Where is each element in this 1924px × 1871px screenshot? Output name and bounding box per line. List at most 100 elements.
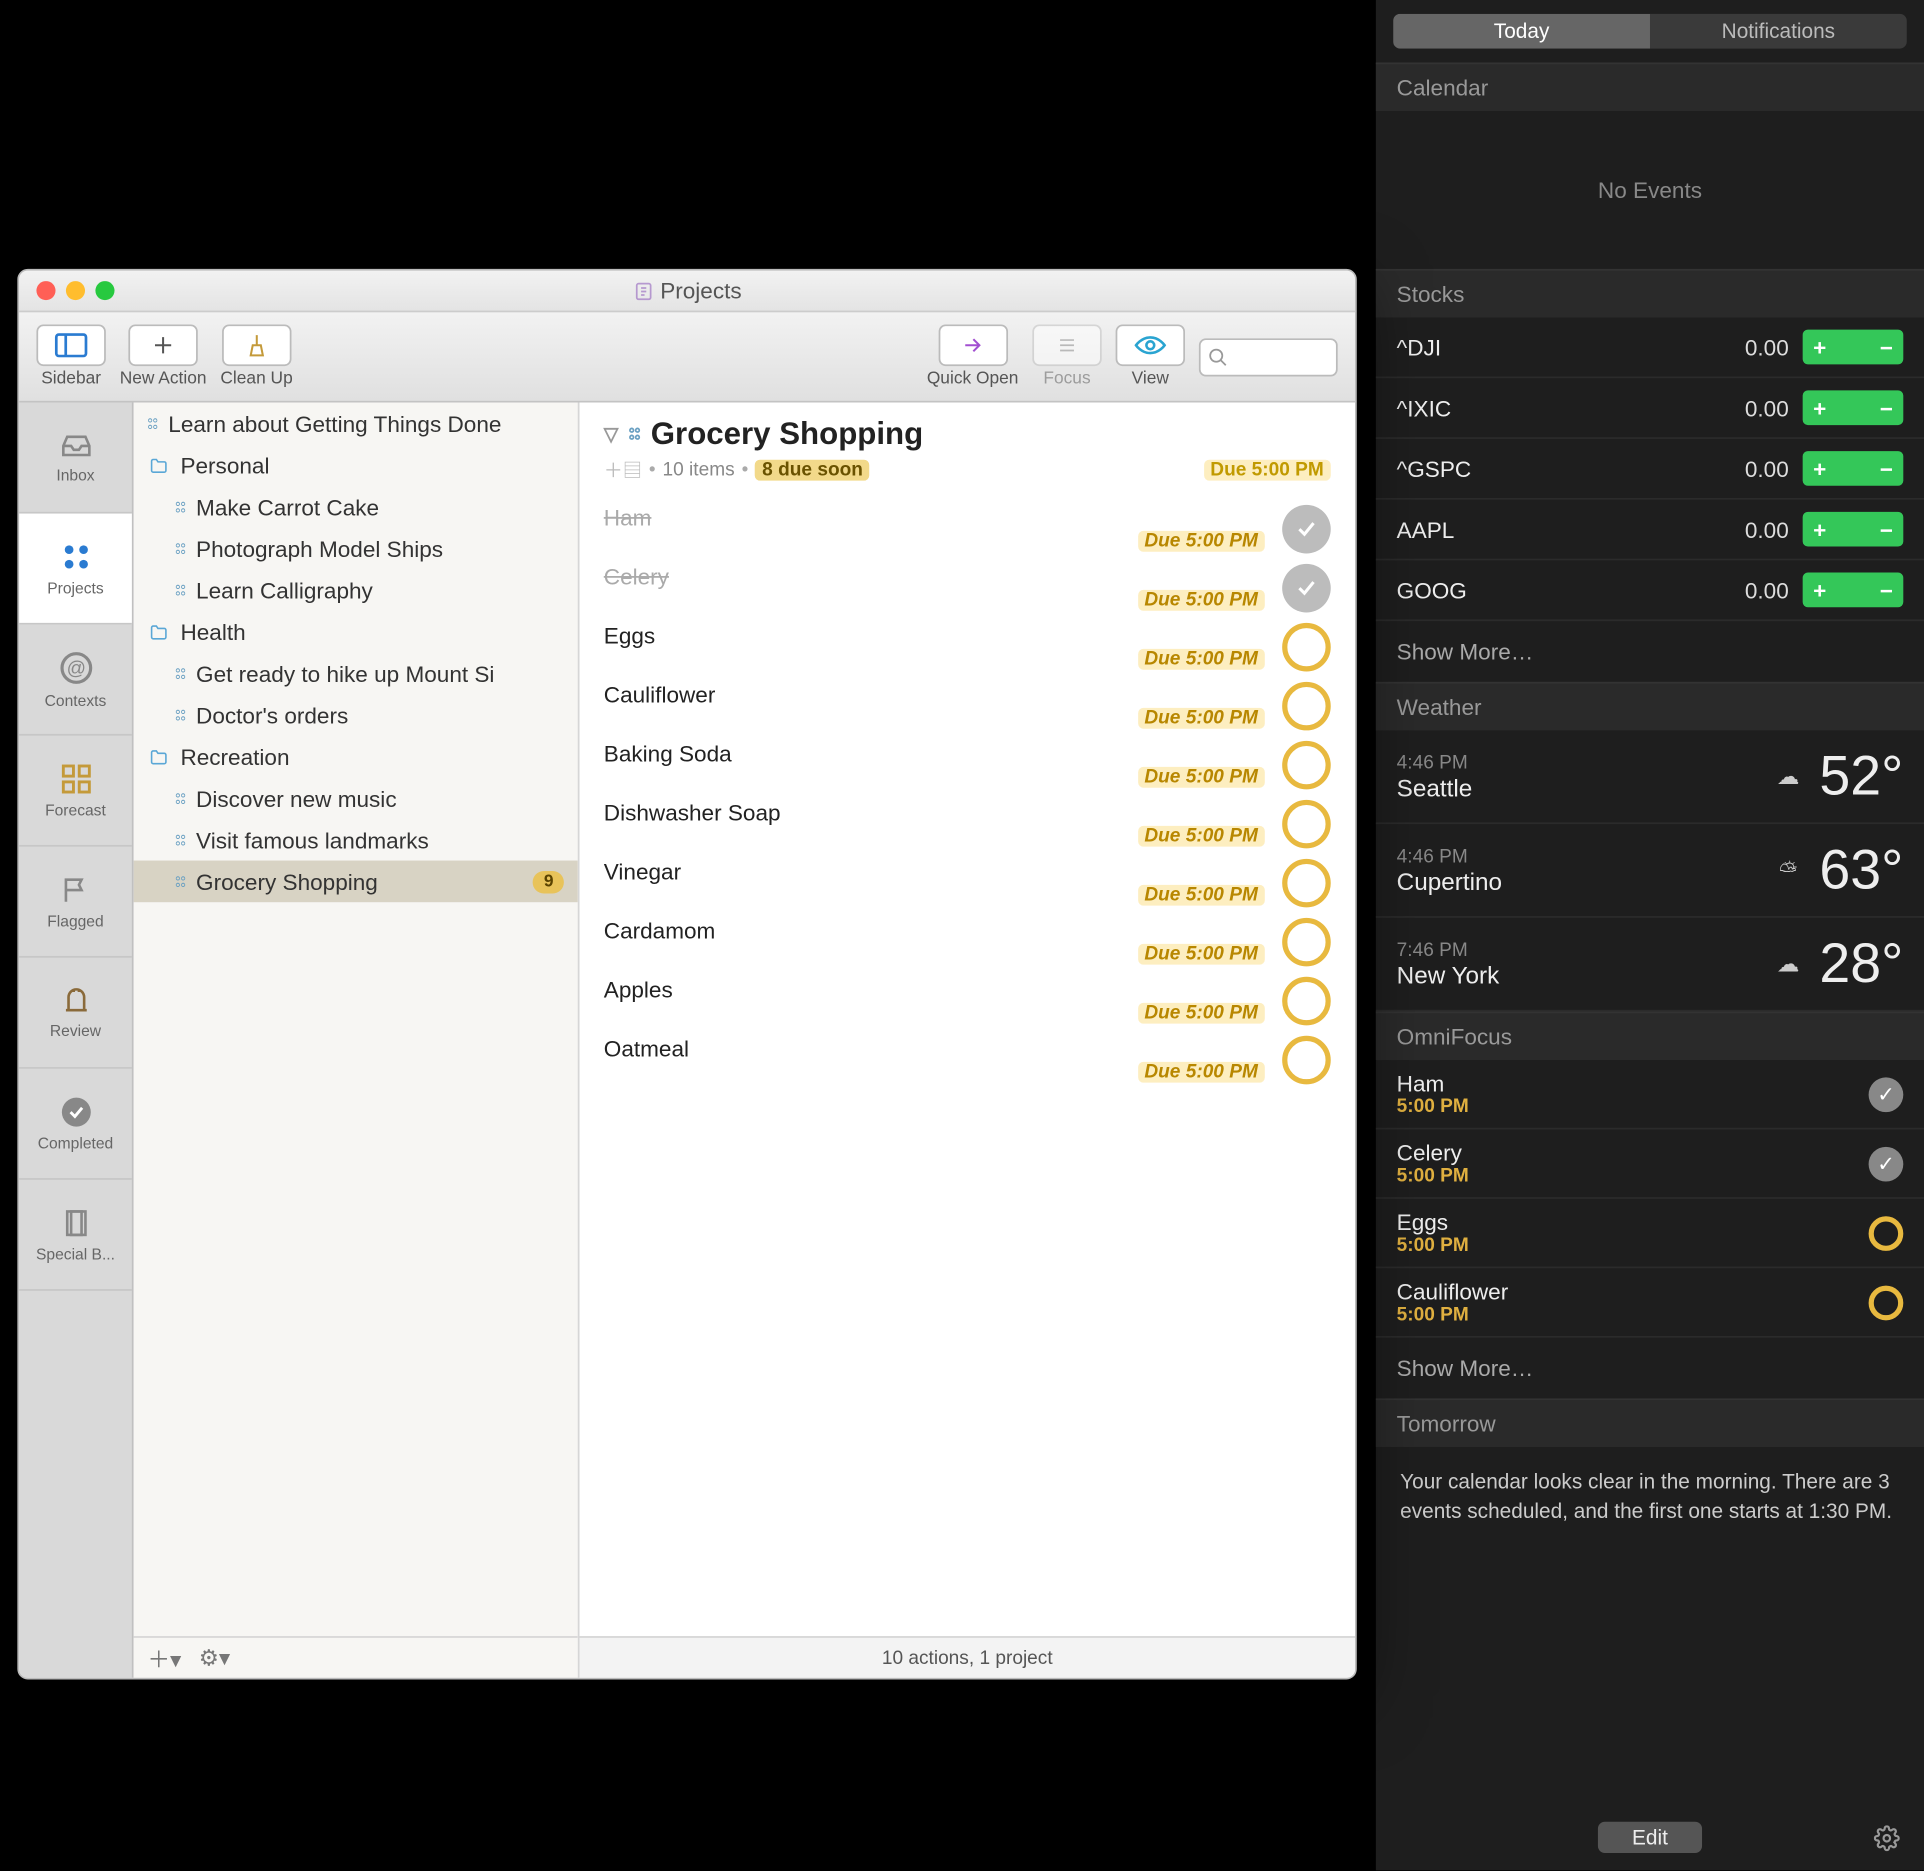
view-button[interactable]: View <box>1116 324 1185 388</box>
status-circle-icon[interactable] <box>1282 741 1331 790</box>
status-circle-icon[interactable] <box>1282 682 1331 731</box>
of-item-title: Ham <box>1397 1070 1869 1096</box>
folder-personal[interactable]: Personal <box>134 444 578 486</box>
folder-health[interactable]: Health <box>134 611 578 653</box>
status-circle-icon[interactable] <box>1282 918 1331 967</box>
task-row[interactable]: VinegarDue 5:00 PM <box>579 852 1355 911</box>
task-row[interactable]: CeleryDue 5:00 PM <box>579 557 1355 616</box>
task-row[interactable]: Dishwasher SoapDue 5:00 PM <box>579 793 1355 852</box>
quick-open-button[interactable]: Quick Open <box>927 324 1019 388</box>
task-row[interactable]: OatmealDue 5:00 PM <box>579 1029 1355 1088</box>
stock-row[interactable]: ^GSPC0.00+− <box>1376 439 1924 500</box>
omnifocus-show-more[interactable]: Show More… <box>1376 1338 1924 1399</box>
checkmark-icon[interactable] <box>1282 505 1331 554</box>
checkmark-icon[interactable]: ✓ <box>1869 1146 1904 1181</box>
stock-value: 0.00 <box>1702 395 1789 421</box>
task-name: Dishwasher Soap <box>604 800 1265 826</box>
checkmark-icon[interactable] <box>1282 564 1331 613</box>
perspective-tab-contexts[interactable]: @Contexts <box>19 625 132 736</box>
row-label: Learn Calligraphy <box>196 577 373 603</box>
project-discover-new-music[interactable]: ⦂⦂Discover new music <box>134 777 578 819</box>
perspective-tab-forecast[interactable]: Forecast <box>19 736 132 847</box>
perspective-tab-flagged[interactable]: Flagged <box>19 847 132 958</box>
project-make-carrot-cake[interactable]: ⦂⦂Make Carrot Cake <box>134 486 578 528</box>
project-icon: ⦂⦂ <box>175 579 185 600</box>
task-name: Celery <box>604 564 1265 590</box>
weather-temp: 52° <box>1819 744 1903 808</box>
weather-city: New York <box>1397 960 1768 988</box>
status-circle-icon[interactable] <box>1282 1036 1331 1085</box>
project-due-label: Due 5:00 PM <box>1203 460 1330 481</box>
checkmark-icon[interactable]: ✓ <box>1869 1077 1904 1112</box>
project-learn-calligraphy[interactable]: ⦂⦂ Learn Calligraphy <box>134 569 578 611</box>
flagged-icon <box>60 873 91 908</box>
status-circle-icon[interactable] <box>1282 623 1331 672</box>
nc-edit-button[interactable]: Edit <box>1597 1822 1702 1853</box>
nc-tab-notifications[interactable]: Notifications <box>1650 14 1907 49</box>
project-icon: ⦂⦂ <box>175 663 185 684</box>
perspective-tab-completed[interactable]: Completed <box>19 1069 132 1180</box>
nc-tab-today[interactable]: Today <box>1393 14 1650 49</box>
status-circle-icon[interactable] <box>1282 977 1331 1026</box>
omnifocus-row[interactable]: Celery5:00 PM✓ <box>1376 1129 1924 1198</box>
add-icon[interactable]: ＋▾ <box>147 1641 181 1674</box>
status-circle-icon[interactable] <box>1282 800 1331 849</box>
project-get-ready-to-hike-up-mount-si[interactable]: ⦂⦂Get ready to hike up Mount Si <box>134 652 578 694</box>
project-item-count: 10 items <box>663 460 735 481</box>
stocks-show-more[interactable]: Show More… <box>1376 621 1924 682</box>
of-item-title: Cauliflower <box>1397 1279 1869 1305</box>
stock-symbol: ^DJI <box>1397 334 1702 360</box>
status-circle-icon[interactable] <box>1282 859 1331 908</box>
project-visit-famous-landmarks[interactable]: ⦂⦂Visit famous landmarks <box>134 819 578 861</box>
project-grocery-shopping[interactable]: ⦂⦂Grocery Shopping9 <box>134 861 578 903</box>
count-badge: 9 <box>533 870 563 893</box>
omnifocus-list: Ham5:00 PM✓Celery5:00 PM✓Eggs5:00 PMCaul… <box>1376 1060 1924 1338</box>
gear-icon[interactable] <box>1874 1824 1900 1850</box>
omnifocus-row[interactable]: Ham5:00 PM✓ <box>1376 1060 1924 1129</box>
status-circle-icon[interactable] <box>1869 1285 1904 1320</box>
task-name: Baking Soda <box>604 741 1265 767</box>
gear-icon[interactable]: ⚙▾ <box>199 1644 231 1672</box>
tab-label: Inbox <box>56 467 94 484</box>
perspective-tab-projects[interactable]: Projects <box>19 514 132 625</box>
nc-section-tomorrow: Tomorrow <box>1376 1398 1924 1447</box>
task-row[interactable]: ApplesDue 5:00 PM <box>579 970 1355 1029</box>
stock-value: 0.00 <box>1702 334 1789 360</box>
stock-row[interactable]: ^DJI0.00+− <box>1376 318 1924 379</box>
omnifocus-row[interactable]: Cauliflower5:00 PM <box>1376 1268 1924 1337</box>
perspective-tab-special-b-[interactable]: Special B... <box>19 1180 132 1291</box>
task-row[interactable]: HamDue 5:00 PM <box>579 498 1355 557</box>
weather-row[interactable]: 4:46 PMSeattle☁︎52° <box>1376 730 1924 824</box>
clean-up-button[interactable]: Clean Up <box>220 324 292 388</box>
task-row[interactable]: Baking SodaDue 5:00 PM <box>579 734 1355 793</box>
task-due-label: Due 5:00 PM <box>1137 944 1264 965</box>
folder-recreation[interactable]: Recreation <box>134 736 578 778</box>
task-due-label: Due 5:00 PM <box>1137 1062 1264 1083</box>
nc-section-omnifocus: OmniFocus <box>1376 1012 1924 1061</box>
task-row[interactable]: CardamomDue 5:00 PM <box>579 911 1355 970</box>
stock-row[interactable]: GOOG0.00+− <box>1376 560 1924 621</box>
search-field[interactable] <box>1199 337 1338 375</box>
task-row[interactable]: CauliflowerDue 5:00 PM <box>579 675 1355 734</box>
new-action-button[interactable]: New Action <box>120 324 207 388</box>
omnifocus-row[interactable]: Eggs5:00 PM <box>1376 1199 1924 1268</box>
project-learn-about-getting-things-done[interactable]: ⦂⦂Learn about Getting Things Done <box>134 403 578 445</box>
weather-row[interactable]: 7:46 PMNew York☁︎28° <box>1376 918 1924 1012</box>
stock-row[interactable]: AAPL0.00+− <box>1376 500 1924 561</box>
project-detail: ▽ ⦂⦂ Grocery Shopping ＋▤ • 10 items • 8 … <box>579 403 1355 1678</box>
add-note-icon[interactable]: ＋▤ <box>604 456 642 484</box>
perspective-tab-inbox[interactable]: Inbox <box>19 403 132 514</box>
weather-row[interactable]: 4:46 PMCupertino⛅︎63° <box>1376 824 1924 918</box>
sidebar-toggle-button[interactable]: Sidebar <box>36 324 105 388</box>
perspective-tab-review[interactable]: Review <box>19 958 132 1069</box>
stock-row[interactable]: ^IXIC0.00+− <box>1376 378 1924 439</box>
task-due-label: Due 5:00 PM <box>1137 708 1264 729</box>
task-row[interactable]: EggsDue 5:00 PM <box>579 616 1355 675</box>
focus-button[interactable]: Focus <box>1032 324 1101 388</box>
tab-label: Completed <box>38 1135 114 1152</box>
disclosure-icon[interactable]: ▽ <box>604 423 619 446</box>
minus-icon: − <box>1880 516 1893 542</box>
status-circle-icon[interactable] <box>1869 1215 1904 1250</box>
project-photograph-model-ships[interactable]: ⦂⦂Photograph Model Ships <box>134 527 578 569</box>
project-doctor-s-orders[interactable]: ⦂⦂Doctor's orders <box>134 694 578 736</box>
